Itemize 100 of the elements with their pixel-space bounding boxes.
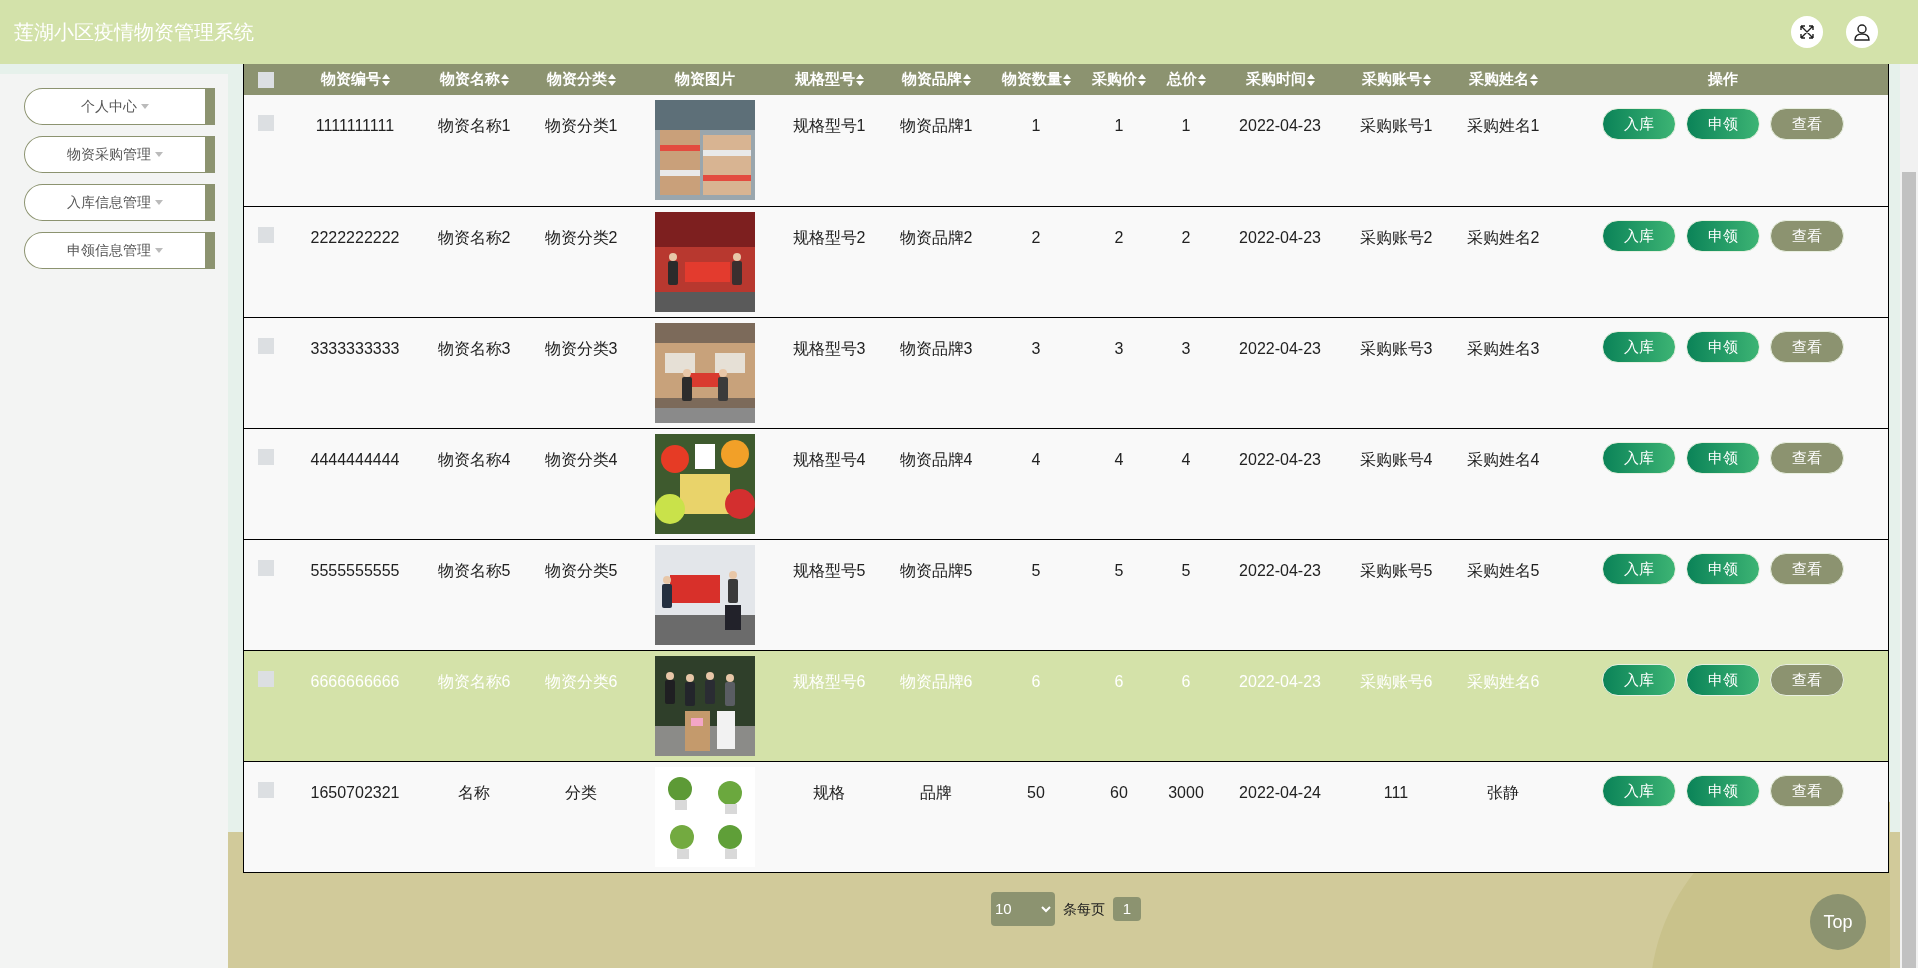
caret-icon (155, 248, 163, 253)
fullscreen-icon[interactable] (1791, 16, 1823, 48)
sort-icon[interactable] (1422, 73, 1431, 86)
table-cell-text: 6 (1114, 672, 1124, 692)
table-row[interactable]: 6666666666 物资名称6 物资分类6 规格型号6 物资品牌6 6 6 6 2022-04-23 采购账号6 采购姓名6 入库 申领 查看 (244, 650, 1888, 761)
table-cell-text: 5555555555 (310, 561, 400, 581)
table-cell-text: 1650702321 (310, 783, 400, 803)
action-button[interactable]: 入库 (1601, 664, 1676, 696)
table-cell-text: 采购姓名1 (1466, 116, 1540, 136)
table-cell-text: 采购姓名5 (1466, 561, 1540, 581)
action-button[interactable]: 查看 (1769, 108, 1844, 140)
sort-icon[interactable] (855, 73, 864, 86)
action-button[interactable]: 申领 (1685, 220, 1760, 252)
table-cell-text: 采购账号6 (1359, 672, 1433, 692)
action-button[interactable]: 入库 (1601, 108, 1676, 140)
table-cell-text: 4 (1031, 450, 1041, 470)
column-header[interactable]: 物资分类 (546, 68, 616, 91)
table-cell-text: 名称 (458, 783, 490, 803)
checkbox[interactable] (258, 338, 274, 354)
column-header[interactable]: 采购账号 (1361, 68, 1431, 91)
sort-icon[interactable] (962, 73, 971, 86)
action-button[interactable]: 查看 (1769, 220, 1844, 252)
table-cell-text: 物资分类6 (544, 672, 618, 692)
user-icon[interactable] (1846, 16, 1878, 48)
table-cell-text: 规格型号1 (792, 116, 866, 136)
sort-icon[interactable] (500, 73, 509, 86)
action-button[interactable]: 申领 (1685, 553, 1760, 585)
table-cell-text: 1 (1114, 116, 1124, 136)
table-cell-text: 品牌 (920, 783, 952, 803)
table-cell-text: 物资分类5 (544, 561, 618, 581)
action-button[interactable]: 查看 (1769, 331, 1844, 363)
scrollbar[interactable] (1900, 64, 1918, 968)
table-cell-text: 采购姓名4 (1466, 450, 1540, 470)
page-button[interactable]: 1 (1113, 897, 1141, 921)
checkbox[interactable] (258, 227, 274, 243)
table-cell-text: 采购账号5 (1359, 561, 1433, 581)
table-cell-text: 规格型号6 (792, 672, 866, 692)
sidebar-menu-item[interactable]: 申领信息管理 (24, 232, 215, 269)
column-header[interactable]: 物资名称 (439, 68, 509, 91)
table-cell-text: 采购姓名3 (1466, 339, 1540, 359)
table-cell-text: 2022-04-23 (1239, 228, 1321, 248)
table-cell-text: 6 (1031, 672, 1041, 692)
column-header[interactable]: 物资编号 (320, 68, 390, 91)
action-button[interactable]: 申领 (1685, 331, 1760, 363)
column-header: 操作 (1707, 69, 1738, 90)
action-button[interactable]: 查看 (1769, 775, 1844, 807)
action-button[interactable]: 入库 (1601, 775, 1676, 807)
sidebar-menu-item[interactable]: 个人中心 (24, 88, 215, 125)
sort-icon[interactable] (1138, 73, 1146, 86)
sort-icon[interactable] (381, 73, 390, 86)
sort-icon[interactable] (607, 73, 616, 86)
table-cell-text: 规格 (813, 783, 845, 803)
column-header[interactable]: 采购价 (1092, 68, 1146, 91)
checkbox[interactable] (258, 449, 274, 465)
checkbox[interactable] (258, 782, 274, 798)
column-header[interactable]: 采购姓名 (1468, 68, 1538, 91)
column-header[interactable]: 物资数量 (1001, 68, 1071, 91)
table-cell-text: 2022-04-23 (1239, 116, 1321, 136)
table-cell-text: 3 (1031, 339, 1041, 359)
column-header[interactable]: 总价 (1166, 68, 1206, 91)
action-button[interactable]: 申领 (1685, 664, 1760, 696)
table-cell-text: 2 (1031, 228, 1041, 248)
table-cell-text: 物资分类1 (544, 116, 618, 136)
sidebar-menu-item[interactable]: 入库信息管理 (24, 184, 215, 221)
sort-icon[interactable] (1529, 73, 1538, 86)
sort-icon[interactable] (1197, 73, 1206, 86)
action-button[interactable]: 入库 (1601, 220, 1676, 252)
checkbox[interactable] (258, 560, 274, 576)
column-header[interactable]: 物资品牌 (901, 68, 971, 91)
column-header[interactable]: 规格型号 (794, 68, 864, 91)
action-button[interactable]: 查看 (1769, 553, 1844, 585)
column-header[interactable]: 采购时间 (1245, 68, 1315, 91)
sidebar-menu-item[interactable]: 物资采购管理 (24, 136, 215, 173)
sort-icon[interactable] (1306, 73, 1315, 86)
action-button[interactable]: 申领 (1685, 108, 1760, 140)
table-cell-text: 物资分类2 (544, 228, 618, 248)
table-cell-text: 4 (1114, 450, 1124, 470)
table-cell-text: 物资名称3 (437, 339, 511, 359)
action-button[interactable]: 入库 (1601, 442, 1676, 474)
action-button[interactable]: 入库 (1601, 331, 1676, 363)
checkbox[interactable] (258, 671, 274, 687)
table-cell-text: 物资名称1 (437, 116, 511, 136)
table-cell-text: 物资品牌3 (899, 339, 973, 359)
checkbox[interactable] (258, 71, 274, 88)
action-button[interactable]: 查看 (1769, 442, 1844, 474)
table-cell-text: 60 (1110, 783, 1128, 803)
table-cell-text: 物资分类3 (544, 339, 618, 359)
action-button[interactable]: 申领 (1685, 442, 1760, 474)
action-button[interactable]: 申领 (1685, 775, 1760, 807)
sort-icon[interactable] (1062, 73, 1071, 86)
table-cell-text: 规格型号4 (792, 450, 866, 470)
table-cell-text: 物资名称4 (437, 450, 511, 470)
action-button[interactable]: 入库 (1601, 553, 1676, 585)
page-size-select[interactable]: 10 (991, 892, 1055, 926)
table-cell-text: 物资品牌2 (899, 228, 973, 248)
table-cell-text: 规格型号2 (792, 228, 866, 248)
checkbox[interactable] (258, 115, 274, 131)
table-cell-text: 6666666666 (310, 672, 400, 692)
table-cell-text: 2022-04-24 (1239, 783, 1321, 803)
action-button[interactable]: 查看 (1769, 664, 1844, 696)
